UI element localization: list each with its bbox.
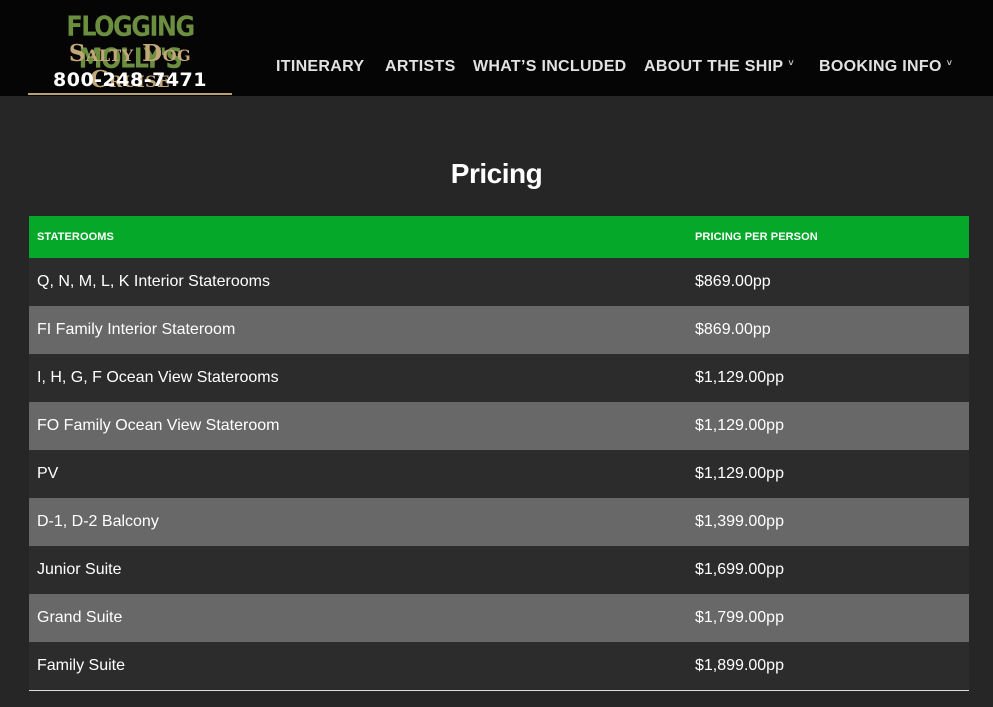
stateroom-cell: I, H, G, F Ocean View Staterooms — [37, 369, 279, 386]
nav-artists[interactable]: ARTISTS — [385, 56, 456, 78]
chevron-down-icon: ˅ — [946, 58, 953, 68]
column-header-pricing: PRICING PER PERSON — [695, 231, 818, 243]
table-row: I, H, G, F Ocean View Staterooms $1,129.… — [29, 354, 969, 402]
nav-whats-included[interactable]: WHAT’S INCLUDED — [473, 56, 627, 78]
nav-booking-info[interactable]: BOOKING INFO ˅ — [819, 56, 952, 78]
table-header-row: STATEROOMS PRICING PER PERSON — [29, 216, 969, 258]
table-row: Grand Suite $1,799.00pp — [29, 594, 969, 642]
pricing-table: STATEROOMS PRICING PER PERSON Q, N, M, L… — [29, 216, 969, 691]
stateroom-cell: FI Family Interior Stateroom — [37, 321, 236, 338]
table-bottom-border — [29, 690, 969, 691]
nav-whats-included-label: WHAT’S INCLUDED — [473, 58, 627, 75]
price-cell: $1,129.00pp — [695, 417, 784, 434]
nav-about-the-ship-label: ABOUT THE SHIP — [644, 58, 784, 75]
site-logo[interactable]: FLOGGING MOLLY'S Salty Dog Cruise 800-24… — [28, 10, 232, 95]
stateroom-cell: Grand Suite — [37, 609, 123, 626]
table-row: FI Family Interior Stateroom $869.00pp — [29, 306, 969, 354]
price-cell: $869.00pp — [695, 273, 771, 290]
column-header-staterooms: STATEROOMS — [37, 231, 114, 243]
stateroom-cell: Junior Suite — [37, 561, 122, 578]
nav-about-the-ship[interactable]: ABOUT THE SHIP ˅ — [644, 56, 794, 78]
stateroom-cell: PV — [37, 465, 59, 482]
site-header: FLOGGING MOLLY'S Salty Dog Cruise 800-24… — [0, 0, 993, 96]
price-cell: $1,399.00pp — [695, 513, 784, 530]
price-cell: $1,899.00pp — [695, 657, 784, 674]
page-title: Pricing — [450, 158, 543, 189]
nav-artists-label: ARTISTS — [385, 58, 456, 75]
stateroom-cell: FO Family Ocean View Stateroom — [37, 417, 280, 434]
table-row: D-1, D-2 Balcony $1,399.00pp — [29, 498, 969, 546]
nav-itinerary[interactable]: ITINERARY — [276, 56, 364, 78]
nav-booking-info-label: BOOKING INFO — [819, 58, 942, 75]
price-cell: $1,699.00pp — [695, 561, 784, 578]
logo-phone-number: 800-248-7471 — [53, 69, 207, 91]
chevron-down-icon: ˅ — [788, 58, 794, 68]
stateroom-cell: D-1, D-2 Balcony — [37, 513, 159, 530]
table-row: FO Family Ocean View Stateroom $1,129.00… — [29, 402, 969, 450]
stateroom-cell: Family Suite — [37, 657, 126, 674]
nav-itinerary-label: ITINERARY — [276, 58, 365, 75]
price-cell: $1,129.00pp — [695, 465, 784, 482]
price-cell: $869.00pp — [695, 321, 771, 338]
price-cell: $1,799.00pp — [695, 609, 784, 626]
table-row: Junior Suite $1,699.00pp — [29, 546, 969, 594]
table-row: Family Suite $1,899.00pp — [29, 642, 969, 690]
price-cell: $1,129.00pp — [695, 369, 784, 386]
stateroom-cell: Q, N, M, L, K Interior Staterooms — [37, 273, 270, 290]
table-row: Q, N, M, L, K Interior Staterooms $869.0… — [29, 258, 969, 306]
table-row: PV $1,129.00pp — [29, 450, 969, 498]
